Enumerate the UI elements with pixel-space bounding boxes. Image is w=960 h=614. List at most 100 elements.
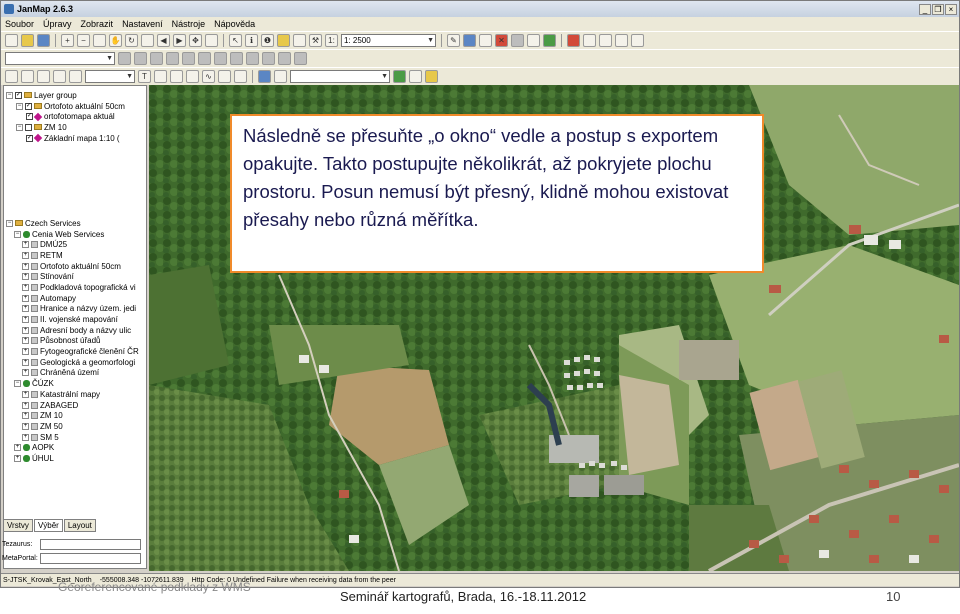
tab-vrstvy[interactable]: Vrstvy xyxy=(3,519,33,532)
legend-icon[interactable] xyxy=(425,70,438,83)
services-root-node[interactable]: − Czech Services xyxy=(6,218,146,229)
layer-select[interactable] xyxy=(5,52,115,65)
export-icon[interactable] xyxy=(543,34,556,47)
service-node[interactable]: + AOPK xyxy=(6,442,146,453)
label-icon[interactable] xyxy=(69,70,82,83)
zoom-in-icon[interactable]: + xyxy=(61,34,74,47)
service-node[interactable]: + ZM 10 xyxy=(6,410,146,421)
expander[interactable]: + xyxy=(22,348,29,356)
new-file-icon[interactable] xyxy=(5,34,18,47)
symbol-icon[interactable] xyxy=(186,70,199,83)
identify-icon[interactable]: ℹ xyxy=(245,34,258,47)
service-node[interactable]: − ČÚZK xyxy=(6,378,146,389)
font-select[interactable] xyxy=(85,70,135,83)
expander[interactable]: + xyxy=(22,390,29,398)
draw-polygon-icon[interactable] xyxy=(150,52,163,65)
note-icon[interactable] xyxy=(293,34,306,47)
expander[interactable]: + xyxy=(22,251,29,259)
format-icon[interactable] xyxy=(5,70,18,83)
expander[interactable]: + xyxy=(22,241,29,249)
service-node[interactable]: + ZM 50 xyxy=(6,421,146,432)
expander[interactable]: + xyxy=(22,358,29,366)
draw-point-icon[interactable] xyxy=(118,52,131,65)
close-button[interactable]: × xyxy=(945,3,957,15)
expander[interactable]: + xyxy=(22,337,29,345)
layer-checkbox[interactable] xyxy=(25,123,32,131)
refresh-icon[interactable]: ↻ xyxy=(125,34,138,47)
measure-icon[interactable] xyxy=(277,34,290,47)
snap-icon[interactable] xyxy=(294,52,307,65)
rotate-icon[interactable] xyxy=(246,52,259,65)
expander[interactable]: − xyxy=(14,230,21,238)
align-icon[interactable] xyxy=(170,70,183,83)
edit-vertex-icon[interactable] xyxy=(463,34,476,47)
service-node[interactable]: + ÚHUL xyxy=(6,453,146,464)
menu-nastaveni[interactable]: Nastavení xyxy=(122,19,163,29)
wave-icon[interactable]: ∿ xyxy=(202,70,215,83)
expander[interactable]: − xyxy=(14,380,21,388)
expander[interactable]: + xyxy=(22,433,29,441)
pan-hand-icon[interactable]: ✋ xyxy=(109,34,122,47)
connect-icon[interactable] xyxy=(583,34,596,47)
layer-props-icon[interactable] xyxy=(409,70,422,83)
layer-node[interactable]: ✓ Základní mapa 1:10 ( xyxy=(6,133,146,144)
service-node[interactable]: + Fytogeografické členění ČR xyxy=(6,346,146,357)
draw-line-icon[interactable] xyxy=(134,52,147,65)
open-folder-icon[interactable] xyxy=(21,34,34,47)
layer-node[interactable]: ✓ ortofotomapa aktuál xyxy=(6,111,146,122)
tezaurus-input[interactable] xyxy=(40,538,141,550)
service-node[interactable]: + II. vojenské mapování xyxy=(6,314,146,325)
service-node[interactable]: + Automapy xyxy=(6,293,146,304)
service-node[interactable]: + ZABAGED xyxy=(6,400,146,411)
layer-checkbox[interactable]: ✓ xyxy=(25,102,32,110)
expander[interactable]: − xyxy=(6,219,13,227)
route-icon[interactable] xyxy=(599,34,612,47)
expander[interactable]: + xyxy=(22,262,29,270)
service-node[interactable]: + Katastrální mapy xyxy=(6,389,146,400)
tab-layout[interactable]: Layout xyxy=(63,519,96,532)
expander[interactable]: + xyxy=(22,305,29,313)
properties-icon[interactable] xyxy=(21,70,34,83)
info-icon[interactable]: ❶ xyxy=(261,34,274,47)
layer-node[interactable]: − ZM 10 xyxy=(6,122,146,133)
service-node[interactable]: + Stínování xyxy=(6,271,146,282)
text-icon[interactable]: T xyxy=(138,70,151,83)
select-arrow-icon[interactable]: ↖ xyxy=(229,34,242,47)
expander[interactable]: + xyxy=(22,273,29,281)
scale-select[interactable]: 1: 2500 xyxy=(341,34,436,47)
draw-rect-icon[interactable] xyxy=(166,52,179,65)
draw-ellipse-icon[interactable] xyxy=(214,52,227,65)
zoom-box-icon[interactable] xyxy=(93,34,106,47)
tool-icon[interactable] xyxy=(631,34,644,47)
metaportal-input[interactable] xyxy=(40,552,141,564)
wms-icon[interactable] xyxy=(258,70,271,83)
grid-icon[interactable] xyxy=(141,34,154,47)
layer-checkbox[interactable]: ✓ xyxy=(26,113,33,121)
draw-text-icon[interactable] xyxy=(198,52,211,65)
zoom-out-icon[interactable]: − xyxy=(77,34,90,47)
gps-icon[interactable] xyxy=(527,34,540,47)
menu-upravy[interactable]: Úpravy xyxy=(43,19,72,29)
undo-edit-icon[interactable] xyxy=(479,34,492,47)
abc-icon[interactable] xyxy=(154,70,167,83)
service-node[interactable]: + Působnost úřadů xyxy=(6,336,146,347)
expander[interactable]: − xyxy=(16,123,23,131)
wrench-icon[interactable]: ⚒ xyxy=(309,34,322,47)
menu-nastroje[interactable]: Nástroje xyxy=(172,19,206,29)
layer-checkbox[interactable]: ✓ xyxy=(15,91,22,99)
expander[interactable]: + xyxy=(14,454,21,462)
expander[interactable]: + xyxy=(22,412,29,420)
service-node[interactable]: + Podkladová topografická vi xyxy=(6,282,146,293)
minimize-button[interactable]: _ xyxy=(919,3,931,15)
paste-icon[interactable] xyxy=(278,52,291,65)
network-icon[interactable] xyxy=(615,34,628,47)
layer-node[interactable]: − ✓ Ortofoto aktuální 50cm xyxy=(6,101,146,112)
menu-napoveda[interactable]: Nápověda xyxy=(214,19,255,29)
catalog-icon[interactable] xyxy=(274,70,287,83)
service-node[interactable]: + Ortofoto aktuální 50cm xyxy=(6,261,146,272)
table-icon[interactable] xyxy=(37,70,50,83)
edit-pencil-icon[interactable]: ✎ xyxy=(447,34,460,47)
move-icon[interactable] xyxy=(230,52,243,65)
delete-icon[interactable]: ✕ xyxy=(495,34,508,47)
expander[interactable]: + xyxy=(22,316,29,324)
